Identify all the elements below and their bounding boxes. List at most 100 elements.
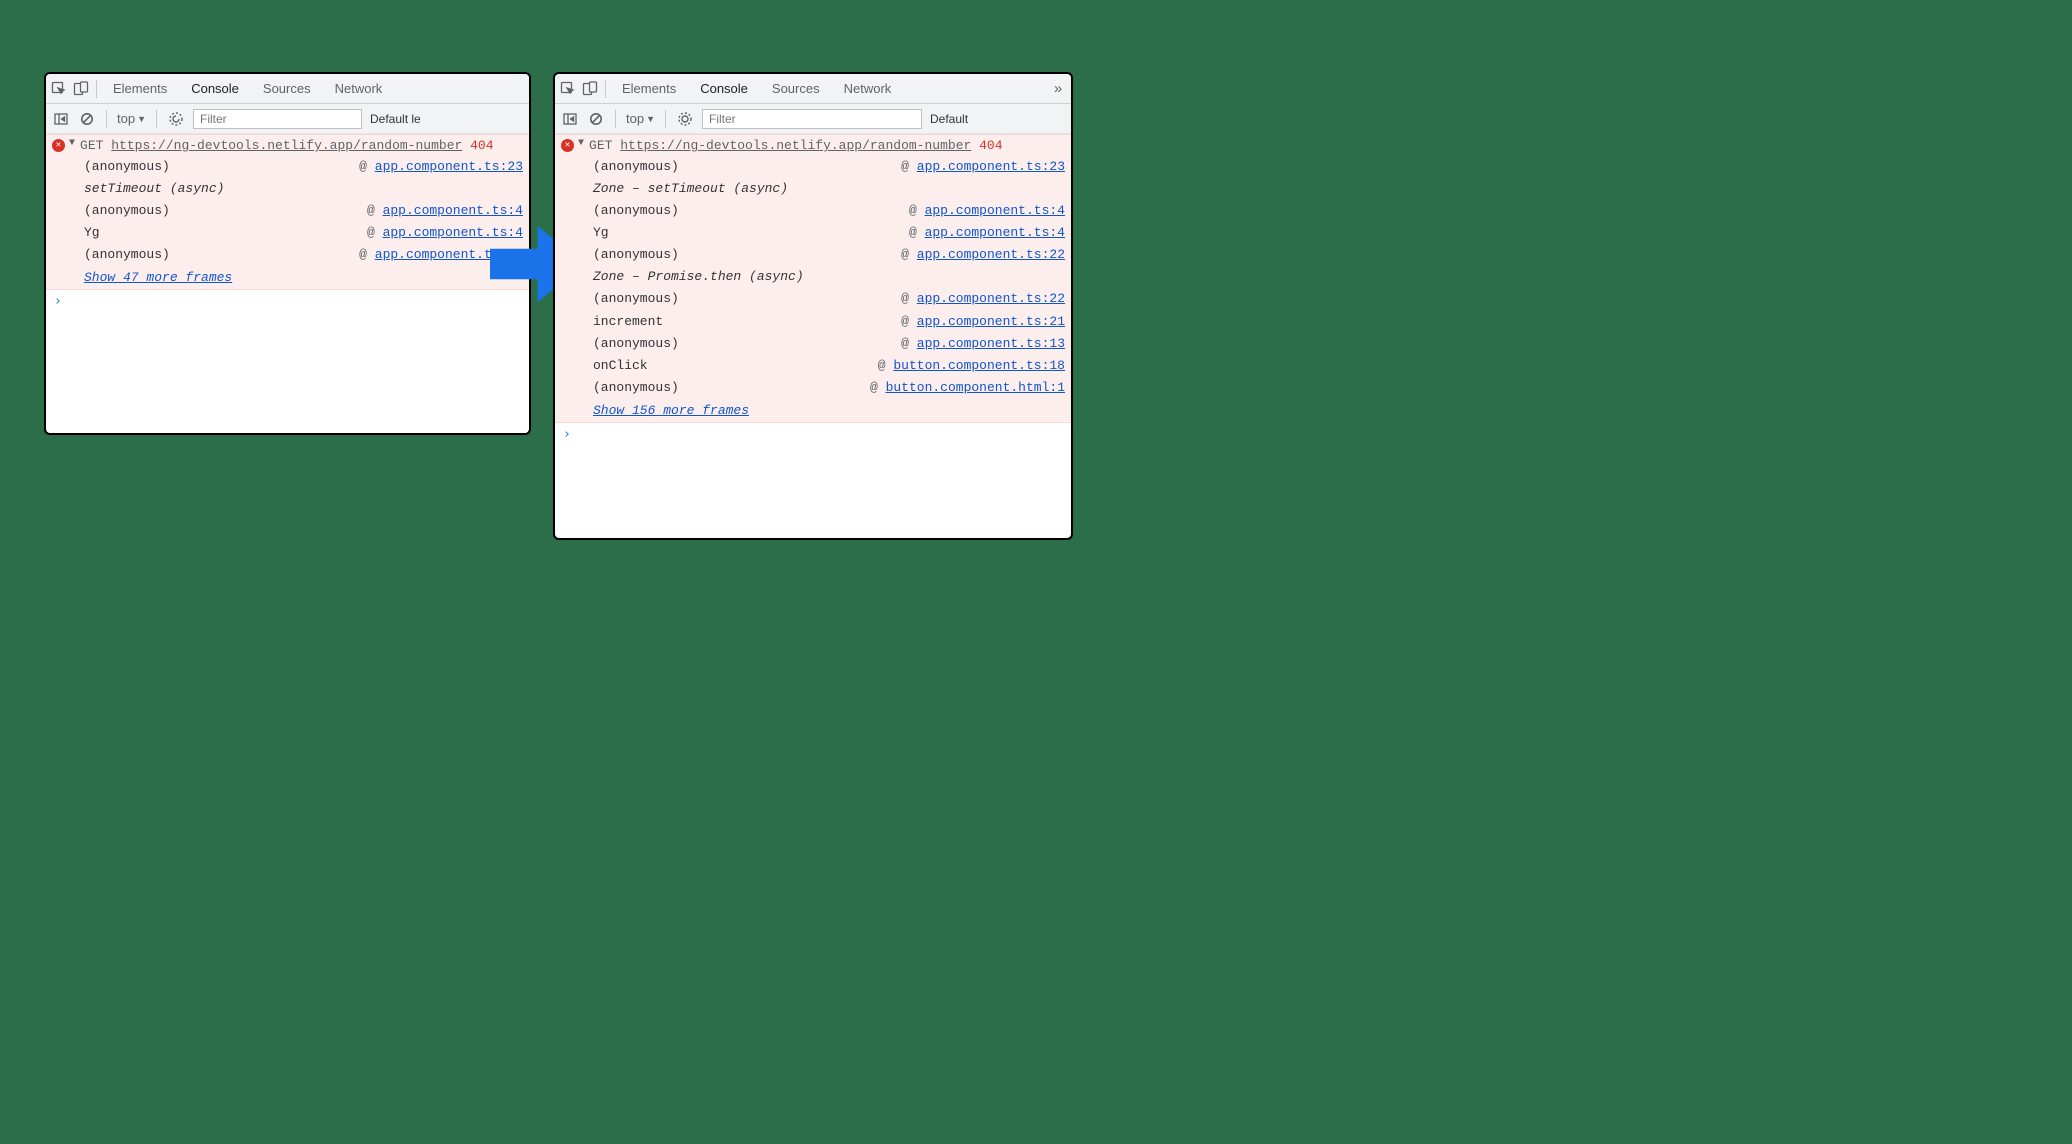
console-toolbar: top▼ Default [555,104,1071,134]
frame-source: @ button.component.html:1 [870,377,1065,399]
http-status: 404 [470,138,493,153]
expand-toggle[interactable]: ▼ [578,137,584,152]
device-toggle-icon[interactable] [581,80,599,98]
source-link[interactable]: app.component.ts:4 [383,203,523,218]
tab-elements[interactable]: Elements [612,74,686,104]
http-method: GET [80,138,103,153]
frame-function: Yg [84,222,100,244]
console-toolbar: top▼ Default le [46,104,529,134]
stack-frames: (anonymous) @ app.component.ts:23 setTime… [52,156,523,285]
source-link[interactable]: app.component.ts:22 [917,291,1065,306]
console-body: ✕ ▼ GET https://ng-devtools.netlify.app/… [555,134,1071,446]
error-entry: ✕ ▼ GET https://ng-devtools.netlify.app/… [555,134,1071,423]
source-link[interactable]: button.component.html:1 [886,380,1065,395]
source-link[interactable]: app.component.ts:23 [375,159,523,174]
error-entry: ✕ ▼ GET https://ng-devtools.netlify.app/… [46,134,529,290]
sidebar-toggle-icon[interactable] [52,110,70,128]
source-link[interactable]: app.component.ts:23 [917,159,1065,174]
filter-input[interactable] [702,109,922,129]
async-boundary: Zone – setTimeout (async) [593,178,1065,200]
console-prompt[interactable]: › [555,423,1071,446]
tab-elements[interactable]: Elements [103,74,177,104]
stack-frame-row: Yg @ app.component.ts:4 [593,222,1065,244]
error-icon: ✕ [52,139,65,152]
frame-function: (anonymous) [593,200,679,222]
frame-source: @ app.component.ts:23 [901,156,1065,178]
separator [156,110,157,128]
show-more-frames-link[interactable]: Show 47 more frames [84,270,232,285]
frame-function: (anonymous) [593,333,679,355]
async-boundary: setTimeout (async) [84,178,523,200]
tab-sources[interactable]: Sources [253,74,321,104]
frame-source: @ app.component.ts:21 [901,311,1065,333]
async-boundary: Zone – Promise.then (async) [593,266,1065,288]
sidebar-toggle-icon[interactable] [561,110,579,128]
source-link[interactable]: app.component.ts:4 [925,225,1065,240]
show-more-frames-link[interactable]: Show 156 more frames [593,403,749,418]
frame-function: (anonymous) [593,244,679,266]
error-icon: ✕ [561,139,574,152]
context-selector[interactable]: top▼ [117,111,146,126]
frame-function: onClick [593,355,648,377]
stack-frame-row: (anonymous) @ app.component.ts:4 [593,200,1065,222]
stack-frame-row: (anonymous) @ app.component.ts:4 [84,200,523,222]
log-levels-selector[interactable]: Default le [370,112,421,126]
source-link[interactable]: app.component.ts:4 [925,203,1065,218]
stack-frame-row: (anonymous) @ app.component.ts:22 [593,288,1065,310]
live-expression-icon[interactable] [676,110,694,128]
log-levels-selector[interactable]: Default [930,112,968,126]
frame-function: (anonymous) [84,200,170,222]
stack-frame-row: (anonymous)@ app.component.ts:22 [84,244,523,266]
filter-input[interactable] [193,109,362,129]
request-url[interactable]: https://ng-devtools.netlify.app/random-n… [620,138,971,153]
frame-function: (anonymous) [84,244,170,266]
clear-console-icon[interactable] [587,110,605,128]
stack-frame-row: (anonymous) @ app.component.ts:13 [593,333,1065,355]
stack-frames: (anonymous)@ app.component.ts:23 Zone – … [561,156,1065,418]
console-prompt[interactable]: › [46,290,529,313]
frame-source: @ app.component.ts:4 [367,200,523,222]
source-link[interactable]: app.component.ts:13 [917,336,1065,351]
clear-console-icon[interactable] [78,110,96,128]
separator [106,110,107,128]
devtools-panel-after: Elements Console Sources Network » top▼ … [553,72,1073,540]
frame-source: @ app.component.ts:4 [909,200,1065,222]
separator [96,80,97,98]
frame-source: @ button.component.ts:18 [878,355,1065,377]
context-selector[interactable]: top▼ [626,111,655,126]
tab-network[interactable]: Network [834,74,902,104]
inspect-icon[interactable] [559,80,577,98]
tab-console[interactable]: Console [690,74,758,104]
frame-function: (anonymous) [84,156,170,178]
request-url[interactable]: https://ng-devtools.netlify.app/random-n… [111,138,462,153]
stack-frame-row: (anonymous)@ app.component.ts:23 [593,156,1065,178]
stack-frame-row: onClick @ button.component.ts:18 [593,355,1065,377]
source-link[interactable]: app.component.ts:22 [917,247,1065,262]
stack-frame-row: increment@ app.component.ts:21 [593,311,1065,333]
stack-frame-row: (anonymous) @ app.component.ts:23 [84,156,523,178]
live-expression-icon[interactable] [167,110,185,128]
devtools-tabbar: Elements Console Sources Network [46,74,529,104]
frame-source: @ app.component.ts:22 [901,288,1065,310]
separator [665,110,666,128]
expand-toggle[interactable]: ▼ [69,137,75,152]
devtools-panel-before: Elements Console Sources Network top▼ De… [44,72,531,435]
frame-source: @ app.component.ts:13 [901,333,1065,355]
tab-console[interactable]: Console [181,74,249,104]
tab-sources[interactable]: Sources [762,74,830,104]
stack-frame-row: (anonymous) @ button.component.html:1 [593,377,1065,399]
frame-source: @ app.component.ts:23 [359,156,523,178]
frame-function: (anonymous) [593,377,679,399]
frame-function: (anonymous) [593,288,679,310]
stack-frame-row: Yg@ app.component.ts:4 [84,222,523,244]
source-link[interactable]: app.component.ts:21 [917,314,1065,329]
inspect-icon[interactable] [50,80,68,98]
frame-function: Yg [593,222,609,244]
device-toggle-icon[interactable] [72,80,90,98]
overflow-icon[interactable]: » [1049,80,1067,98]
console-body: ✕ ▼ GET https://ng-devtools.netlify.app/… [46,134,529,313]
source-link[interactable]: button.component.ts:18 [893,358,1065,373]
stack-frame-row: (anonymous)@ app.component.ts:22 [593,244,1065,266]
tab-network[interactable]: Network [325,74,393,104]
frame-source: @ app.component.ts:4 [909,222,1065,244]
